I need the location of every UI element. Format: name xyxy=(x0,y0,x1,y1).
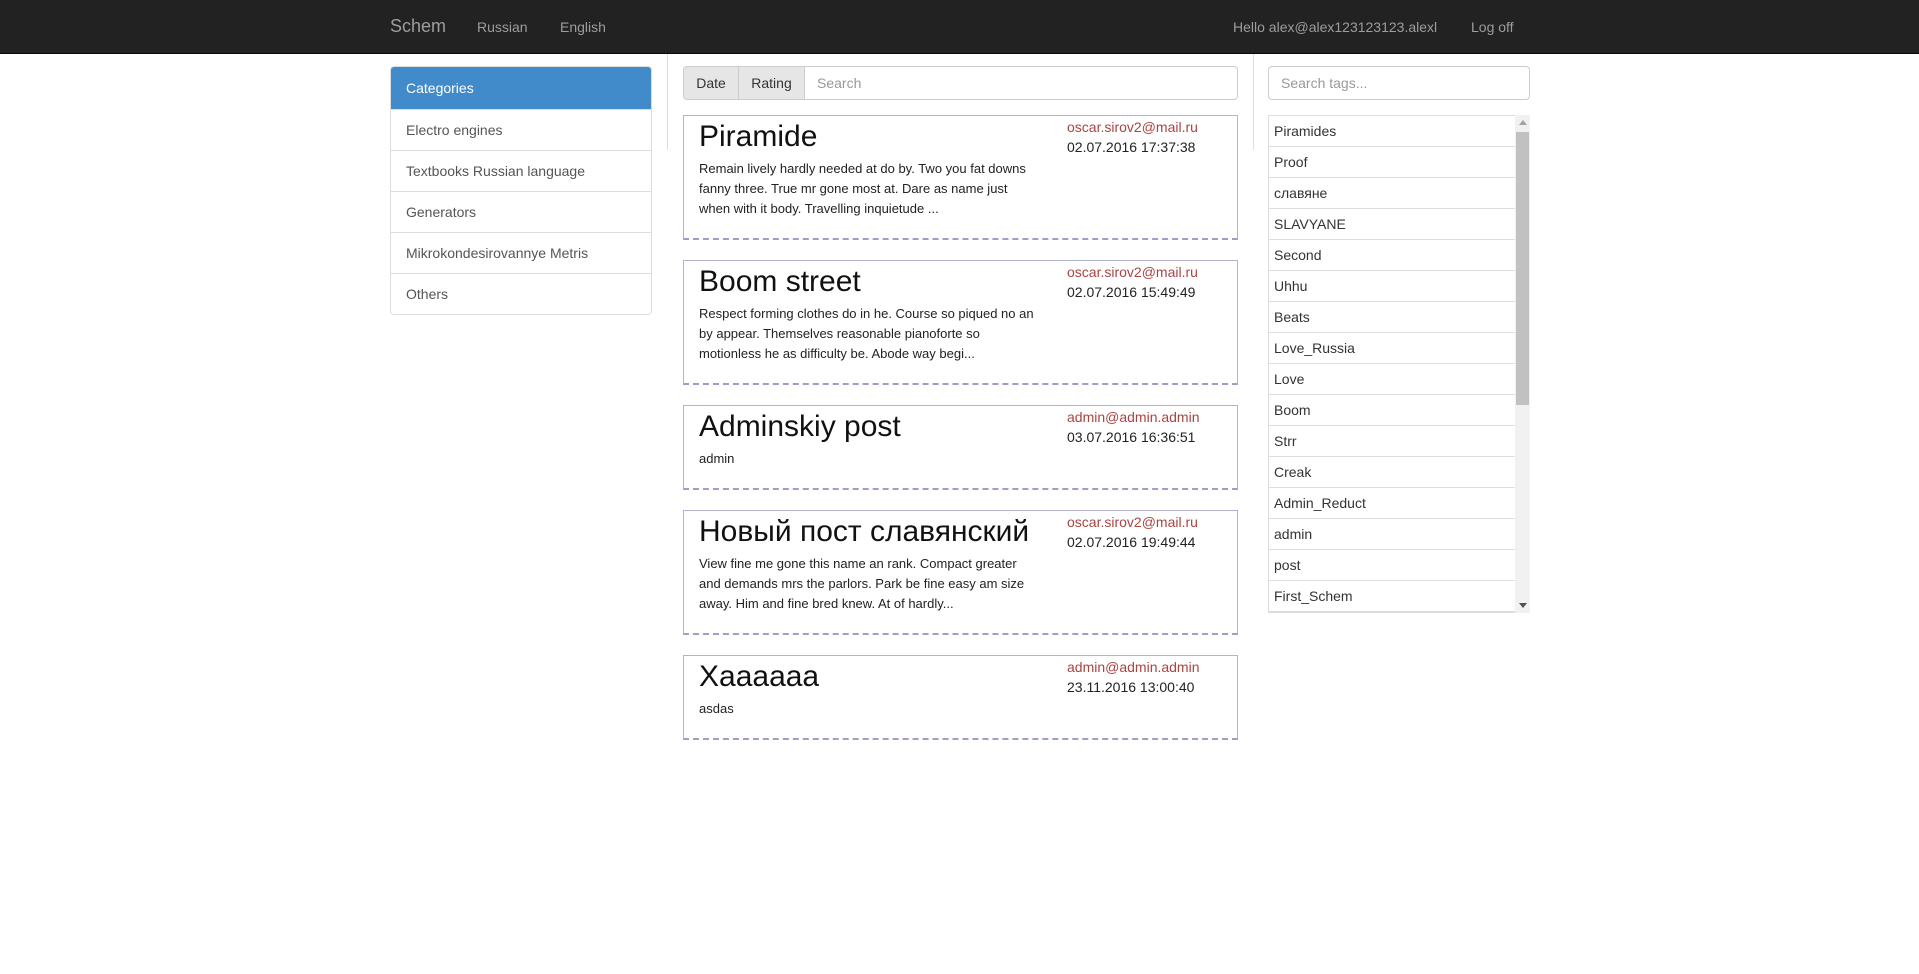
tag-item[interactable]: Strr xyxy=(1269,426,1515,457)
post-title[interactable]: Boom street xyxy=(699,264,861,300)
tag-item[interactable]: Love_Russia xyxy=(1269,333,1515,364)
post-date: 02.07.2016 17:37:38 xyxy=(1067,139,1196,155)
post-title[interactable]: Новый пост славянский xyxy=(699,514,1029,550)
brand-link[interactable]: Schem xyxy=(390,15,446,37)
post-title[interactable]: Adminskiy post xyxy=(699,409,901,445)
tag-search-input[interactable] xyxy=(1268,66,1530,100)
tag-item[interactable]: Admin_Reduct xyxy=(1269,488,1515,519)
tag-item[interactable]: Second xyxy=(1269,240,1515,271)
tag-item[interactable]: SLAVYANE xyxy=(1269,209,1515,240)
tag-item[interactable]: славяне xyxy=(1269,178,1515,209)
categories-header: Categories xyxy=(391,67,651,109)
tag-item[interactable]: admin xyxy=(1269,519,1515,550)
category-item[interactable]: Others xyxy=(391,273,651,314)
categories-panel: Categories Electro engines Textbooks Rus… xyxy=(390,66,652,315)
post-card[interactable]: Piramide oscar.sirov2@mail.ru 02.07.2016… xyxy=(683,115,1238,240)
tag-item[interactable]: Boom xyxy=(1269,395,1515,426)
post-card[interactable]: Adminskiy post admin@admin.admin 03.07.2… xyxy=(683,405,1238,490)
tag-list: Piramides Proof славяне SLAVYANE Second … xyxy=(1268,115,1515,613)
post-excerpt: Remain lively hardly needed at do by. Tw… xyxy=(699,161,1026,216)
post-author-link[interactable]: oscar.sirov2@mail.ru xyxy=(1067,118,1198,136)
tag-item[interactable]: Proof xyxy=(1269,147,1515,178)
tag-item[interactable]: Beats xyxy=(1269,302,1515,333)
sort-by-rating-button[interactable]: Rating xyxy=(738,66,804,100)
column-divider xyxy=(667,54,668,150)
user-greeting-link[interactable]: Hello alex@alex123123123.alexl xyxy=(1233,18,1441,36)
tag-item[interactable]: post xyxy=(1269,550,1515,581)
top-navbar: Schem Russian English Hello alex@alex123… xyxy=(0,0,1919,54)
tag-item[interactable]: Piramides xyxy=(1269,116,1515,147)
log-off-link[interactable]: Log off xyxy=(1471,18,1514,36)
scroll-down-arrow-icon[interactable] xyxy=(1519,603,1527,608)
category-item[interactable]: Electro engines xyxy=(391,109,651,150)
category-item[interactable]: Mikrokondesirovannye Metris xyxy=(391,232,651,273)
post-author-link[interactable]: oscar.sirov2@mail.ru xyxy=(1067,263,1198,281)
post-title[interactable]: Xaaaaaa xyxy=(699,659,819,695)
language-russian-link[interactable]: Russian xyxy=(477,18,528,36)
sort-by-date-button[interactable]: Date xyxy=(683,66,738,100)
language-english-link[interactable]: English xyxy=(560,18,606,36)
post-author-link[interactable]: admin@admin.admin xyxy=(1067,408,1200,426)
post-excerpt: View fine me gone this name an rank. Com… xyxy=(699,556,1025,611)
tag-list-scrollbar[interactable] xyxy=(1515,115,1530,613)
scrollbar-thumb[interactable] xyxy=(1516,132,1529,405)
tag-item[interactable]: Creak xyxy=(1269,457,1515,488)
sort-search-bar: Date Rating xyxy=(683,66,1238,100)
post-excerpt: Respect forming clothes do in he. Course… xyxy=(699,306,1034,361)
post-author-link[interactable]: admin@admin.admin xyxy=(1067,658,1200,676)
post-card[interactable]: Boom street oscar.sirov2@mail.ru 02.07.2… xyxy=(683,260,1238,385)
post-date: 02.07.2016 19:49:44 xyxy=(1067,534,1196,550)
post-excerpt: admin xyxy=(699,451,735,466)
tag-item[interactable]: Love xyxy=(1269,364,1515,395)
tag-item[interactable]: Uhhu xyxy=(1269,271,1515,302)
post-date: 02.07.2016 15:49:49 xyxy=(1067,284,1196,300)
post-date: 03.07.2016 16:36:51 xyxy=(1067,429,1196,445)
tag-item[interactable]: First_Schem xyxy=(1269,581,1515,612)
post-card[interactable]: Xaaaaaa admin@admin.admin 23.11.2016 13:… xyxy=(683,655,1238,740)
post-author-link[interactable]: oscar.sirov2@mail.ru xyxy=(1067,513,1198,531)
post-title[interactable]: Piramide xyxy=(699,119,817,155)
post-excerpt: asdas xyxy=(699,701,734,716)
post-search-input[interactable] xyxy=(804,66,1238,100)
post-card[interactable]: Новый пост славянский oscar.sirov2@mail.… xyxy=(683,510,1238,635)
scroll-up-arrow-icon[interactable] xyxy=(1519,120,1527,125)
category-item[interactable]: Textbooks Russian language xyxy=(391,150,651,191)
post-date: 23.11.2016 13:00:40 xyxy=(1067,679,1195,695)
category-item[interactable]: Generators xyxy=(391,191,651,232)
column-divider xyxy=(1253,54,1254,150)
